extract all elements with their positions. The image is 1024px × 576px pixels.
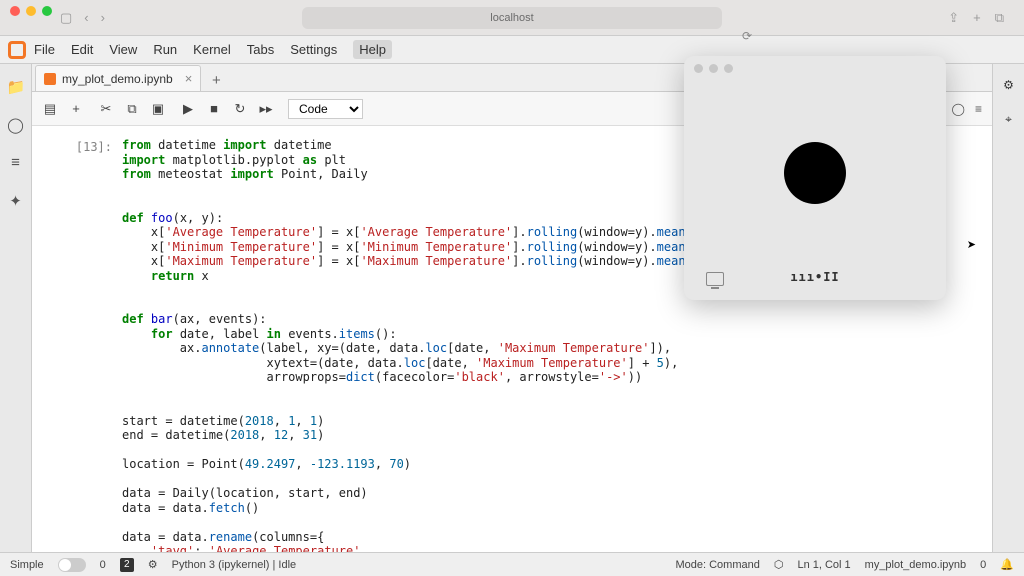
close-window-dot[interactable] [10, 6, 20, 16]
menu-settings[interactable]: Settings [290, 42, 337, 57]
notifications-icon[interactable]: 🔔 [1000, 558, 1014, 571]
status-zero-right: 0 [980, 559, 986, 571]
minimize-window-dot[interactable] [26, 6, 36, 16]
extensions-icon[interactable]: ✦ [7, 192, 25, 210]
copy-icon[interactable]: ⧉ [124, 101, 140, 117]
overlay-traffic-lights[interactable] [694, 64, 733, 73]
mode-indicator: Mode: Command [675, 559, 759, 571]
overlay-min-dot[interactable] [709, 64, 718, 73]
menu-view[interactable]: View [109, 42, 137, 57]
overlay-footer: ııı•II [684, 270, 946, 284]
paste-icon[interactable]: ▣ [150, 101, 166, 117]
macos-traffic-lights[interactable] [10, 6, 52, 16]
line-col-indicator[interactable]: Ln 1, Col 1 [797, 559, 850, 571]
save-icon[interactable]: ▤ [42, 101, 58, 117]
left-activity-bar: 📁 ◯ ≡ ✦ [0, 64, 32, 552]
back-icon[interactable]: ‹ [84, 10, 88, 26]
menu-kernel[interactable]: Kernel [193, 42, 231, 57]
address-bar[interactable]: localhost [302, 7, 722, 29]
kernel-status-icon[interactable]: ◯ [952, 102, 965, 116]
simple-mode-toggle[interactable] [58, 558, 86, 572]
new-tab-icon[interactable]: + [973, 10, 981, 26]
browser-nav-right: ⇪ + ⧉ [948, 10, 1004, 26]
overlay-body [684, 56, 946, 300]
address-text: localhost [490, 12, 533, 24]
mouse-cursor-icon: ➤ [967, 238, 976, 251]
browser-chrome: ▢ ‹ › localhost ⟳ ⇪ + ⧉ [0, 0, 1024, 36]
tab-notebook[interactable]: my_plot_demo.ipynb × [35, 65, 201, 91]
close-tab-icon[interactable]: × [185, 71, 193, 86]
tab-overview-icon[interactable]: ⧉ [995, 10, 1004, 26]
status-filename[interactable]: my_plot_demo.ipynb [865, 559, 967, 571]
status-settings-icon[interactable]: ⚙ [148, 558, 158, 571]
insert-cell-icon[interactable]: + [68, 101, 84, 117]
interrupt-icon[interactable]: ■ [206, 101, 222, 117]
kernel-status-text[interactable]: Python 3 (ipykernel) | Idle [172, 559, 297, 571]
run-all-icon[interactable]: ▸▸ [258, 101, 274, 117]
property-inspector-icon[interactable]: ⚙ [1003, 78, 1014, 92]
tab-filename: my_plot_demo.ipynb [62, 72, 173, 86]
refresh-icon[interactable]: ⟳ [742, 29, 752, 43]
new-launcher-button[interactable]: + [205, 69, 227, 91]
device-silhouette-icon [784, 142, 846, 204]
env-badge[interactable]: 2 [120, 558, 134, 572]
browser-nav-left: ▢ ‹ › [60, 10, 105, 26]
menu-edit[interactable]: Edit [71, 42, 93, 57]
right-activity-bar: ⚙ ⌖ [992, 64, 1024, 552]
cut-icon[interactable]: ✂ [98, 101, 114, 117]
toolbar-menu-icon[interactable]: ≡ [975, 102, 982, 116]
run-icon[interactable]: ▶ [180, 101, 196, 117]
zoom-window-dot[interactable] [42, 6, 52, 16]
pairing-overlay-window[interactable]: ııı•II [684, 56, 946, 300]
running-kernels-icon[interactable]: ◯ [7, 116, 25, 134]
menu-tabs[interactable]: Tabs [247, 42, 274, 57]
menu-run[interactable]: Run [153, 42, 177, 57]
simple-mode-label: Simple [10, 559, 44, 571]
trust-icon[interactable]: ⬡ [774, 558, 784, 571]
sidebar-toggle-icon[interactable]: ▢ [60, 10, 72, 26]
debugger-icon[interactable]: ⌖ [1005, 112, 1012, 127]
forward-icon[interactable]: › [101, 10, 105, 26]
notebook-icon [44, 73, 56, 85]
file-browser-icon[interactable]: 📁 [7, 78, 25, 96]
share-icon[interactable]: ⇪ [948, 10, 959, 26]
menu-file[interactable]: File [34, 42, 55, 57]
overlay-zoom-dot[interactable] [724, 64, 733, 73]
cell-prompt: [13]: [32, 138, 122, 552]
jupyter-logo-icon[interactable] [8, 41, 26, 59]
status-zero: 0 [100, 559, 106, 571]
menu-help[interactable]: Help [353, 40, 392, 59]
toc-icon[interactable]: ≡ [7, 154, 25, 172]
restart-icon[interactable]: ↻ [232, 101, 248, 117]
audio-wave-icon: ııı•II [790, 270, 839, 284]
overlay-close-dot[interactable] [694, 64, 703, 73]
cell-type-select[interactable]: Code [288, 99, 363, 119]
status-bar: Simple 0 2 ⚙ Python 3 (ipykernel) | Idle… [0, 552, 1024, 576]
